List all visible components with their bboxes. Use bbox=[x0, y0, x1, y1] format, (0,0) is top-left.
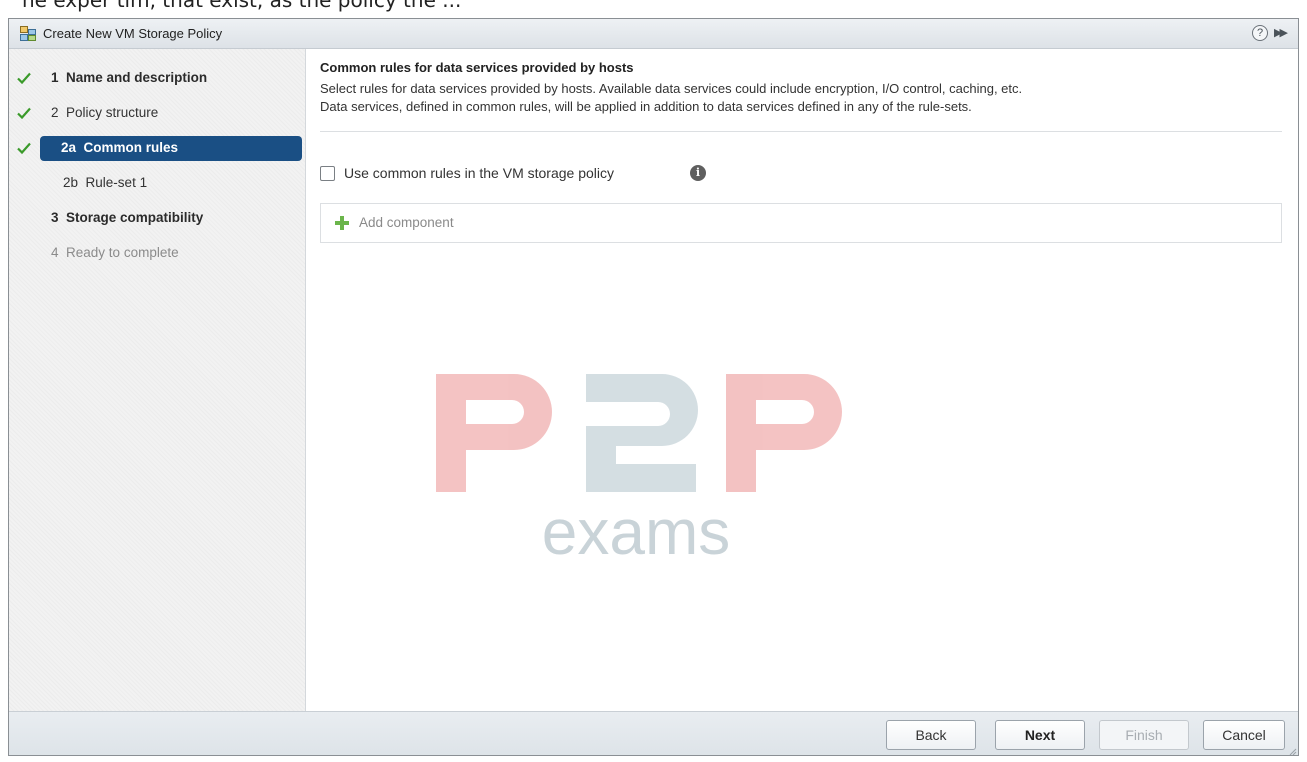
step-rule-set-1[interactable]: 2b Rule-set 1 bbox=[9, 168, 306, 198]
section-description: Select rules for data services provided … bbox=[320, 80, 1280, 116]
next-button[interactable]: Next bbox=[995, 720, 1085, 750]
wizard-steps-sidebar: 1 Name and description 2 Policy structur… bbox=[9, 49, 306, 711]
step-name-and-description[interactable]: 1 Name and description bbox=[9, 63, 306, 93]
step-storage-compatibility[interactable]: 3 Storage compatibility bbox=[9, 203, 306, 233]
partial-caption-text: he exper tim, that exist, as the policy … bbox=[22, 0, 462, 12]
step-number: 2b bbox=[63, 175, 79, 190]
step-ready-to-complete: 4 Ready to complete bbox=[9, 238, 306, 268]
description-line: Select rules for data services provided … bbox=[320, 81, 1023, 96]
checkmark-icon bbox=[17, 107, 31, 120]
finish-button: Finish bbox=[1099, 720, 1189, 750]
description-line: Data services, defined in common rules, … bbox=[320, 99, 972, 114]
resize-grip-icon[interactable] bbox=[1289, 748, 1297, 756]
step-label: Ready to complete bbox=[66, 245, 179, 260]
partial-caption-strip: he exper tim, that exist, as the policy … bbox=[0, 0, 1307, 18]
step-number: 1 bbox=[51, 70, 59, 85]
expand-icon[interactable]: ▶▶ bbox=[1274, 26, 1290, 42]
storage-policy-icon bbox=[20, 26, 36, 41]
step-common-rules[interactable]: 2a Common rules bbox=[9, 133, 306, 163]
use-common-rules-label[interactable]: Use common rules in the VM storage polic… bbox=[344, 165, 614, 181]
divider bbox=[320, 131, 1282, 132]
step-label: Policy structure bbox=[66, 105, 159, 120]
back-button[interactable]: Back bbox=[886, 720, 976, 750]
dialog-window: Create New VM Storage Policy ? ▶▶ 1 Name… bbox=[8, 18, 1299, 756]
step-label: Common rules bbox=[83, 140, 179, 155]
step-number: 2a bbox=[61, 140, 77, 155]
checkmark-icon bbox=[17, 142, 31, 155]
title-bar: Create New VM Storage Policy ? ▶▶ bbox=[9, 19, 1298, 49]
step-label: Name and description bbox=[66, 70, 208, 85]
add-component-button[interactable]: Add component bbox=[320, 203, 1282, 243]
cancel-button[interactable]: Cancel bbox=[1203, 720, 1285, 750]
step-number: 3 bbox=[51, 210, 59, 225]
section-title: Common rules for data services provided … bbox=[320, 60, 634, 75]
wizard-footer: Back Next Finish Cancel bbox=[9, 711, 1298, 756]
step-number: 4 bbox=[51, 245, 59, 260]
info-icon[interactable]: i bbox=[690, 165, 706, 181]
add-component-label: Add component bbox=[359, 215, 454, 230]
help-icon[interactable]: ? bbox=[1252, 25, 1268, 41]
content-pane: Common rules for data services provided … bbox=[306, 49, 1298, 711]
plus-icon bbox=[335, 216, 349, 230]
step-label: Rule-set 1 bbox=[85, 175, 148, 190]
step-number: 2 bbox=[51, 105, 59, 120]
checkmark-icon bbox=[17, 72, 31, 85]
step-policy-structure[interactable]: 2 Policy structure bbox=[9, 98, 306, 128]
dialog-title: Create New VM Storage Policy bbox=[43, 26, 223, 41]
use-common-rules-checkbox[interactable] bbox=[320, 166, 335, 181]
step-label: Storage compatibility bbox=[66, 210, 204, 225]
